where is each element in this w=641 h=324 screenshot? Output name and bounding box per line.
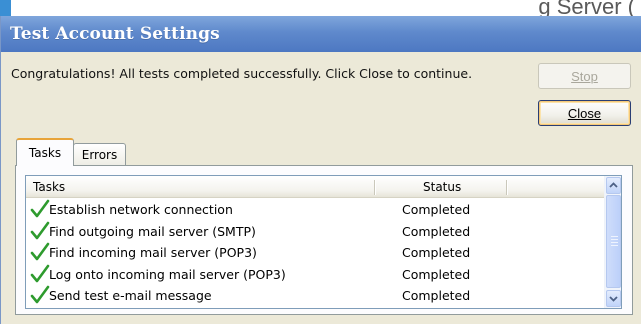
scroll-up-button[interactable] [606,177,621,194]
task-rows: Establish network connection Completed F… [26,199,604,307]
task-status: Completed [402,202,471,217]
close-button[interactable]: Close [538,100,631,126]
test-account-settings-dialog: Test Account Settings Congratulations! A… [0,16,641,324]
task-name: Log onto incoming mail server (POP3) [49,266,286,282]
vertical-scrollbar[interactable] [604,176,621,308]
scrollbar-thumb[interactable] [606,195,621,288]
column-divider[interactable] [506,180,507,195]
tab-tasks-label: Tasks [28,146,62,160]
background-accent-icon [0,0,11,16]
column-header-status[interactable]: Status [423,176,461,197]
task-name: Establish network connection [49,202,233,217]
titlebar[interactable]: Test Account Settings [1,16,641,52]
background-text: g Server ( [538,0,635,16]
close-button-label: Close [567,105,602,121]
task-status: Completed [402,223,471,239]
task-name: Find incoming mail server (POP3) [49,245,257,260]
task-name: Send test e-mail message [49,288,212,303]
chevron-down-icon [609,296,618,302]
dialog-title: Test Account Settings [10,24,220,44]
column-header-tasks[interactable]: Tasks [33,176,65,197]
check-icon [30,242,50,261]
column-divider[interactable] [374,180,375,195]
task-status: Completed [402,266,471,282]
scroll-down-button[interactable] [606,290,621,307]
list-header: Tasks Status [26,176,604,198]
grip-line [611,245,618,246]
table-row[interactable]: Send test e-mail message Completed [26,285,604,307]
grip-line [611,239,618,240]
task-status: Completed [402,245,471,260]
status-message: Congratulations! All tests completed suc… [11,66,473,81]
task-name: Find outgoing mail server (SMTP) [49,223,256,239]
grip-line [611,242,618,243]
check-icon [30,264,50,282]
table-row[interactable]: Establish network connection Completed [26,199,604,221]
check-icon [30,221,50,239]
grip-line [611,236,618,237]
task-status: Completed [402,288,471,303]
tab-errors[interactable]: Errors [73,143,126,165]
table-row[interactable]: Log onto incoming mail server (POP3) Com… [26,264,604,286]
chevron-up-icon [609,182,618,188]
stop-button-label: Stop [571,68,598,84]
background-window: g Server ( [0,0,641,16]
table-row[interactable]: Find incoming mail server (POP3) Complet… [26,242,604,264]
check-icon [30,199,50,218]
stop-button[interactable]: Stop [538,63,631,89]
tasks-list[interactable]: Tasks Status Establish network connectio… [25,175,622,309]
tab-errors-label: Errors [81,147,118,162]
tab-tasks[interactable]: Tasks [16,138,74,166]
tasks-tab-panel: Tasks Status Establish network connectio… [15,165,633,315]
table-row[interactable]: Find outgoing mail server (SMTP) Complet… [26,221,604,243]
check-icon [30,285,50,304]
